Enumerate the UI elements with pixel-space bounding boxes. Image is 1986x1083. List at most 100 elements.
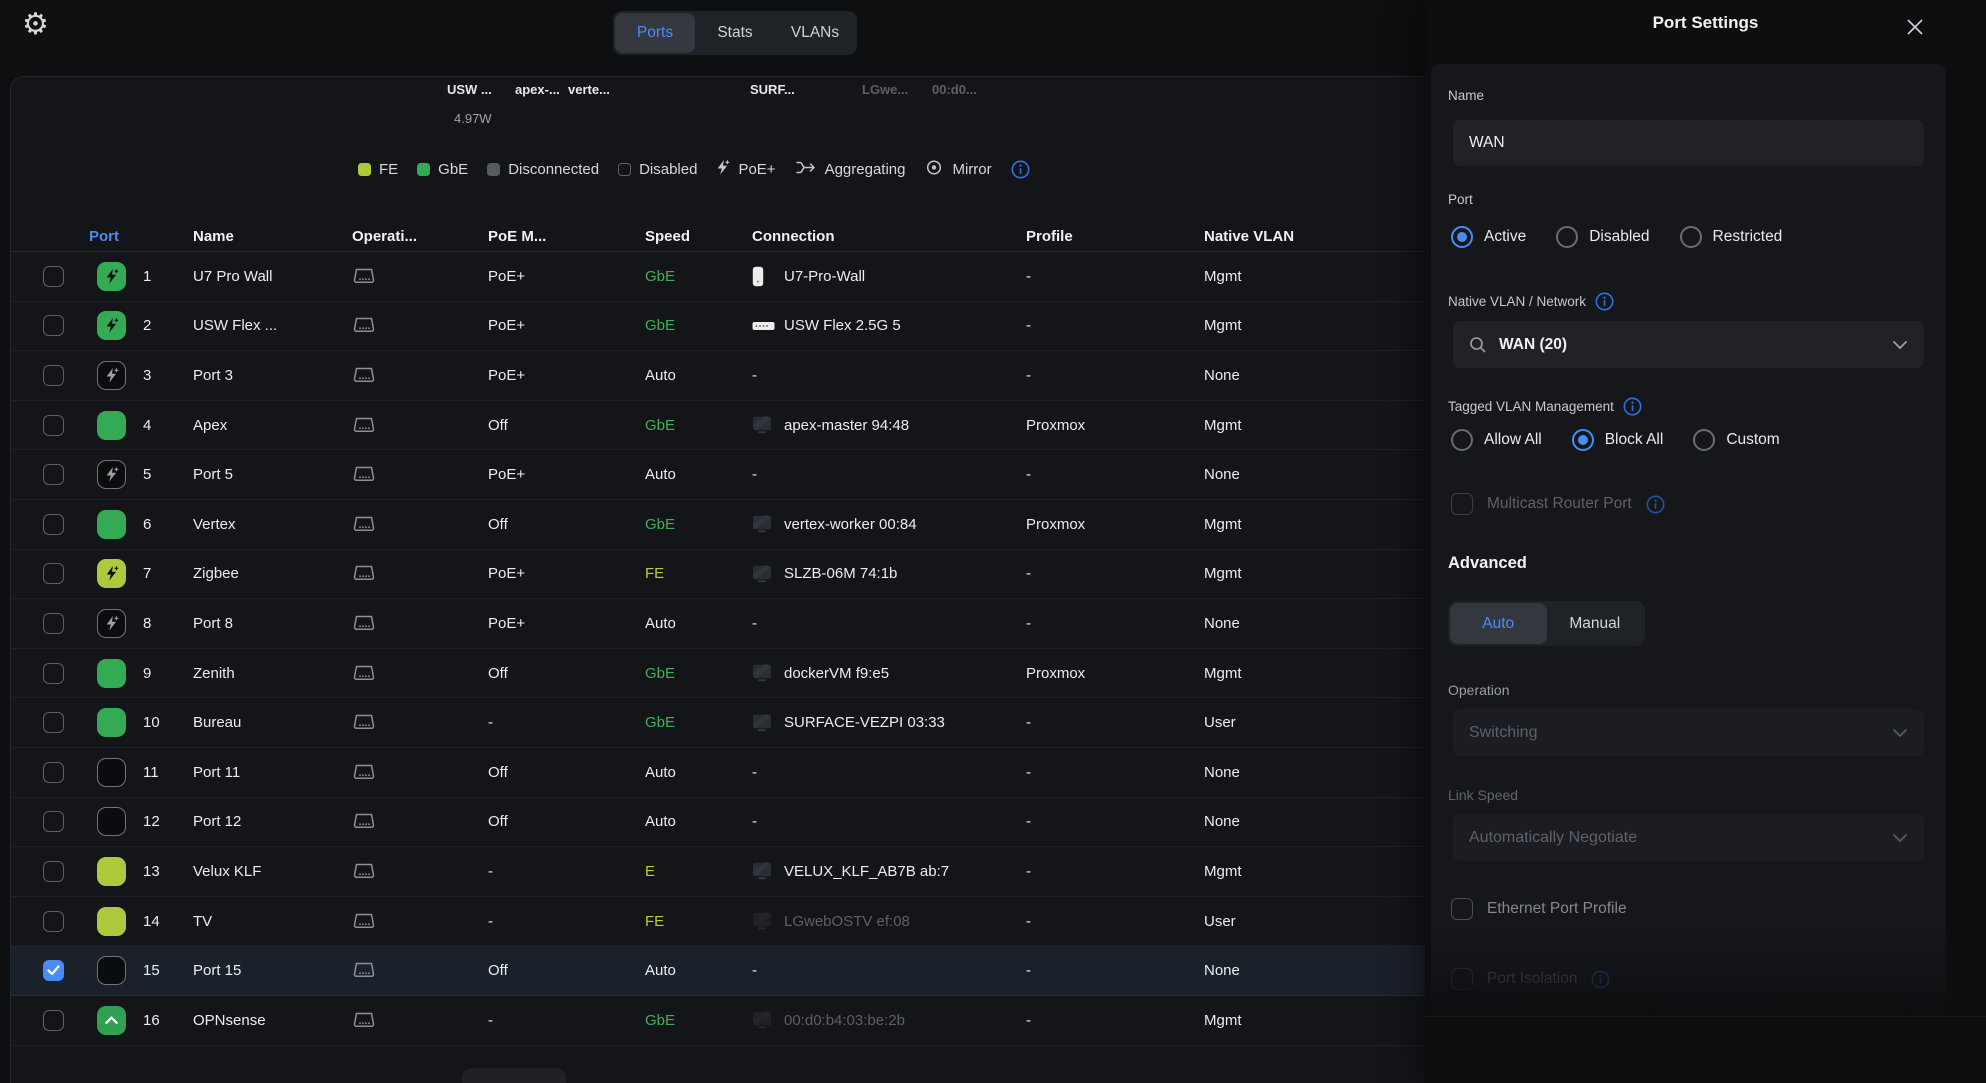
row-checkbox[interactable] [43, 861, 64, 882]
info-icon[interactable] [1646, 495, 1665, 514]
column-header-poem[interactable]: PoE M... [488, 228, 546, 245]
poe-bolt-icon [105, 565, 119, 582]
row-checkbox[interactable] [43, 663, 64, 684]
port-name: Port 11 [193, 748, 240, 797]
port-overview-label: LGwe... [862, 82, 908, 97]
tab-vlans[interactable]: VLANs [775, 13, 855, 53]
client-device-icon [752, 565, 772, 583]
port-status-cell [97, 450, 126, 499]
column-header-connection[interactable]: Connection [752, 228, 835, 245]
radio-port-disabled[interactable]: Disabled [1556, 226, 1649, 248]
switch-icon [352, 267, 376, 286]
radio-dot [1693, 429, 1715, 451]
row-checkbox[interactable] [43, 563, 64, 584]
tab-stats[interactable]: Stats [695, 13, 775, 53]
port-profile: - [1026, 450, 1031, 499]
row-checkbox-cell [43, 302, 64, 351]
row-checkbox-cell [43, 599, 64, 648]
operation-cell [352, 698, 376, 747]
row-checkbox[interactable] [43, 315, 64, 336]
mode-manual[interactable]: Manual [1547, 603, 1644, 644]
row-checkbox[interactable] [43, 613, 64, 634]
column-header-name[interactable]: Name [193, 228, 234, 245]
tab-ports[interactable]: Ports [615, 13, 695, 53]
connection-name: SURFACE-VEZPI 03:33 [784, 698, 945, 747]
poe-bolt-icon [105, 367, 119, 384]
row-checkbox[interactable] [43, 911, 64, 932]
row-checkbox[interactable] [43, 762, 64, 783]
port-status-cell [97, 550, 126, 599]
connection-name: LGwebOSTV ef:08 [784, 897, 910, 946]
multicast-router-row: Multicast Router Port [1451, 492, 1665, 516]
column-header-port[interactable]: Port [89, 228, 119, 245]
port-number: 10 [143, 698, 160, 747]
chevron-down-icon [1892, 340, 1908, 350]
poe-mode: Off [488, 946, 508, 995]
ethernet-port-profile-checkbox[interactable] [1451, 898, 1473, 920]
row-checkbox[interactable] [43, 514, 64, 535]
port-speed: GbE [645, 996, 675, 1045]
close-icon[interactable] [1903, 15, 1927, 39]
info-icon[interactable] [1623, 397, 1642, 416]
radio-port-restricted[interactable]: Restricted [1680, 226, 1783, 248]
multicast-checkbox[interactable] [1451, 493, 1473, 515]
info-icon[interactable] [1011, 160, 1030, 179]
radio-tagged-allow-all[interactable]: Allow All [1451, 429, 1542, 451]
legend-label: Disconnected [508, 161, 599, 178]
column-header-speed[interactable]: Speed [645, 228, 690, 245]
column-header-profile[interactable]: Profile [1026, 228, 1073, 245]
port-speed: Auto [645, 798, 676, 847]
port-speed: GbE [645, 252, 675, 301]
operation-select[interactable]: Switching [1453, 709, 1924, 756]
mirror-icon [924, 159, 944, 176]
row-checkbox[interactable] [43, 811, 64, 832]
operation-cell [352, 748, 376, 797]
info-icon[interactable] [1595, 292, 1614, 311]
row-checkbox[interactable] [43, 415, 64, 436]
port-status-icon [97, 510, 126, 539]
legend-item-aggregating: Aggregating [795, 159, 906, 180]
link-speed-select[interactable]: Automatically Negotiate [1453, 814, 1924, 861]
connection-name: vertex-worker 00:84 [784, 500, 917, 549]
poe-bolt-icon [716, 159, 730, 180]
row-checkbox[interactable] [43, 266, 64, 287]
row-checkbox[interactable] [43, 464, 64, 485]
switch-icon [352, 912, 376, 931]
port-status-icon [97, 559, 126, 588]
port-name: USW Flex ... [193, 302, 277, 351]
radio-tagged-custom[interactable]: Custom [1693, 429, 1779, 451]
info-icon[interactable] [1591, 970, 1610, 989]
port-status-icon [97, 411, 126, 440]
row-checkbox[interactable] [43, 1010, 64, 1031]
connection-name: - [752, 798, 757, 847]
row-checkbox[interactable] [43, 712, 64, 733]
port-isolation-checkbox[interactable] [1451, 968, 1473, 990]
row-checkbox[interactable] [43, 960, 64, 981]
mode-auto[interactable]: Auto [1450, 603, 1547, 644]
radio-tagged-block-all[interactable]: Block All [1572, 429, 1664, 451]
pagination-button-partial[interactable] [462, 1068, 566, 1083]
port-status-cell [97, 599, 126, 648]
row-checkbox[interactable] [43, 365, 64, 386]
settings-gear-icon[interactable]: ⚙ [22, 10, 49, 40]
native-vlan: Mgmt [1204, 302, 1242, 351]
legend-item-gbe: GbE [417, 161, 468, 178]
port-profile: - [1026, 698, 1031, 747]
legend-label: Disabled [639, 161, 697, 178]
radio-port-active[interactable]: Active [1451, 226, 1526, 248]
port-number: 8 [143, 599, 151, 648]
client-device-icon [752, 714, 772, 732]
column-header-operati[interactable]: Operati... [352, 228, 417, 245]
radio-label: Restricted [1713, 228, 1783, 246]
operation-cell [352, 649, 376, 698]
port-number: 2 [143, 302, 151, 351]
port-status-cell [97, 302, 126, 351]
poe-mode: PoE+ [488, 599, 525, 648]
chevron-down-icon [1892, 833, 1908, 843]
name-input[interactable]: WAN [1453, 120, 1924, 166]
native-vlan-select[interactable]: WAN (20) [1453, 321, 1924, 368]
column-header-nativevlan[interactable]: Native VLAN [1204, 228, 1294, 245]
info-icon[interactable] [1011, 160, 1030, 179]
port-status-cell [97, 847, 126, 896]
switch-icon [352, 416, 376, 435]
